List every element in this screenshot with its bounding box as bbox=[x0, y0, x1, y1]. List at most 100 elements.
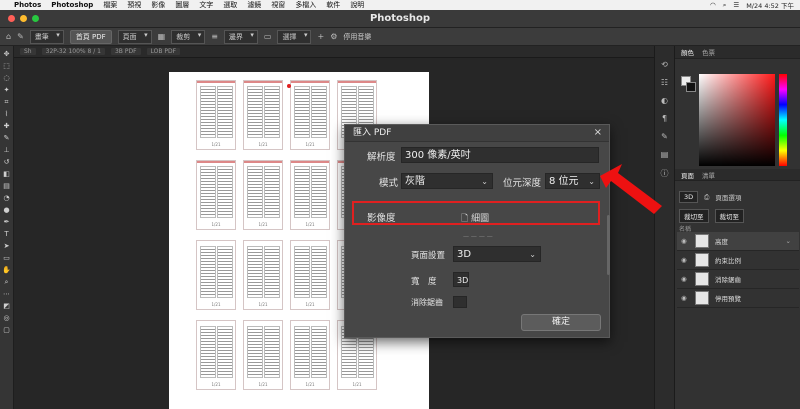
control-center-icon[interactable]: ☰ bbox=[733, 1, 739, 9]
doc-tab-3[interactable]: 3B PDF bbox=[110, 48, 141, 55]
doc-tab-1[interactable]: Sh bbox=[20, 48, 36, 55]
ok-button[interactable]: 確定 bbox=[521, 314, 601, 331]
zoom-tool-icon[interactable]: ⌕ bbox=[2, 278, 12, 287]
menu-edit[interactable]: 預視 bbox=[127, 0, 141, 10]
properties-panel-icon[interactable]: ☷ bbox=[659, 78, 671, 88]
pdf-page-thumbnail[interactable]: 1/21 bbox=[196, 160, 236, 230]
search-icon[interactable]: ⌕ bbox=[723, 1, 727, 10]
menu-help[interactable]: 說明 bbox=[350, 0, 364, 10]
minimize-window-icon[interactable] bbox=[20, 15, 27, 22]
pdf-page-thumbnail[interactable]: 1/21 bbox=[196, 320, 236, 390]
zoom-window-icon[interactable] bbox=[32, 15, 39, 22]
crop-select[interactable]: 裁剪 bbox=[171, 29, 206, 44]
dodge-tool-icon[interactable]: ● bbox=[2, 206, 12, 215]
menu-image[interactable]: 影像 bbox=[151, 0, 165, 10]
dialog-scrollbar[interactable] bbox=[607, 215, 610, 275]
page-select[interactable]: 頁面 bbox=[117, 29, 152, 44]
color-swatch-icon[interactable]: ◩ bbox=[2, 302, 12, 311]
layer-row[interactable]: ◉ 約束比例 bbox=[677, 251, 799, 270]
more-tools-icon[interactable]: ⋯ bbox=[2, 290, 12, 299]
bit-depth-select[interactable]: 8 位元 ⌄ bbox=[545, 173, 600, 189]
pdf-page-thumbnail[interactable]: 1/21 bbox=[290, 80, 330, 150]
menu-filter[interactable]: 濾鏡 bbox=[247, 0, 261, 10]
pdf-page-thumbnail[interactable]: 1/21 bbox=[290, 240, 330, 310]
pdf-page-thumbnail[interactable]: 1/21 bbox=[243, 80, 283, 150]
visibility-eye-icon[interactable]: ◉ bbox=[681, 294, 689, 302]
shape-tool-icon[interactable]: ▭ bbox=[2, 254, 12, 263]
page-setup-select[interactable]: 3D ⌄ bbox=[453, 246, 541, 262]
border-select[interactable]: 邊界 bbox=[223, 29, 258, 44]
tab-color[interactable]: 顏色 bbox=[681, 47, 694, 57]
settings-icon[interactable]: ⚙ bbox=[330, 32, 337, 41]
menu-layer[interactable]: 圖層 bbox=[175, 0, 189, 10]
crop-tool-icon[interactable]: ⌗ bbox=[2, 98, 12, 107]
menu-plugins[interactable]: 多檔入 bbox=[295, 0, 316, 10]
gradient-tool-icon[interactable]: ▤ bbox=[2, 182, 12, 191]
menu-select[interactable]: 選取 bbox=[223, 0, 237, 10]
background-swatch[interactable] bbox=[686, 82, 696, 92]
mode-3d-box[interactable]: 3D bbox=[679, 191, 699, 203]
chevron-down-icon[interactable]: ⌄ bbox=[786, 237, 791, 245]
pages-icon[interactable]: ▭ bbox=[264, 32, 272, 41]
doc-tab-4[interactable]: LOB PDF bbox=[146, 48, 181, 55]
adjust-panel-icon[interactable]: ◐ bbox=[659, 96, 671, 106]
brush-icon[interactable]: ✎ bbox=[2, 134, 12, 143]
quickmask-icon[interactable]: ◎ bbox=[2, 314, 12, 323]
healing-tool-icon[interactable]: ✚ bbox=[2, 122, 12, 131]
pdf-page-thumbnail[interactable]: 1/21 bbox=[290, 160, 330, 230]
crop-to-box-a[interactable]: 裁切至 bbox=[679, 209, 709, 223]
menu-photoshop[interactable]: Photoshop bbox=[51, 1, 93, 9]
width-field[interactable]: 3D bbox=[453, 272, 469, 287]
home-icon[interactable]: ⌂ bbox=[6, 32, 11, 41]
visibility-eye-icon[interactable]: ◉ bbox=[681, 256, 689, 264]
menu-type[interactable]: 文字 bbox=[199, 0, 213, 10]
history-brush-icon[interactable]: ↺ bbox=[2, 158, 12, 167]
close-icon[interactable]: × bbox=[594, 127, 602, 138]
tab-swatches[interactable]: 色票 bbox=[702, 47, 715, 57]
path-select-icon[interactable]: ➤ bbox=[2, 242, 12, 251]
pen-tool-icon[interactable]: ✒ bbox=[2, 218, 12, 227]
marquee-tool-icon[interactable]: ⬚ bbox=[2, 62, 12, 71]
brush-panel-icon[interactable]: ✎ bbox=[659, 132, 671, 142]
visibility-eye-icon[interactable]: ◉ bbox=[681, 237, 689, 245]
resolution-field[interactable]: 300 像素/英吋 bbox=[401, 147, 599, 163]
magic-wand-tool-icon[interactable]: ✦ bbox=[2, 86, 12, 95]
history-panel-icon[interactable]: ⟲ bbox=[659, 60, 671, 70]
pdf-page-thumbnail[interactable]: 1/21 bbox=[196, 240, 236, 310]
screen-mode-icon[interactable]: ▢ bbox=[2, 326, 12, 335]
align-icon[interactable]: ≡ bbox=[211, 32, 218, 41]
move-tool-icon[interactable]: ✥ bbox=[2, 50, 12, 59]
layers-panel-icon[interactable]: ▤ bbox=[659, 150, 671, 160]
disable-audio-label[interactable]: 停用音樂 bbox=[343, 32, 371, 42]
menu-software[interactable]: 軟件 bbox=[326, 0, 340, 10]
visibility-eye-icon[interactable]: ◉ bbox=[681, 275, 689, 283]
antialias-field[interactable] bbox=[453, 296, 467, 308]
eraser-tool-icon[interactable]: ◧ bbox=[2, 170, 12, 179]
crop-to-box-b[interactable]: 裁切至 bbox=[714, 209, 744, 223]
menubar-clock[interactable]: M/24 4:52 下午 bbox=[746, 0, 794, 10]
layer-row[interactable]: ◉ 消除鋸齒 bbox=[677, 270, 799, 289]
grid-icon[interactable]: ▦ bbox=[158, 32, 166, 41]
pdf-page-thumbnail[interactable]: 1/21 bbox=[196, 80, 236, 150]
brush-tool-icon[interactable]: ✎ bbox=[17, 32, 24, 41]
lasso-tool-icon[interactable]: ◌ bbox=[2, 74, 12, 83]
tab-home-pdf[interactable]: 首頁 PDF bbox=[69, 29, 112, 44]
hand-tool-icon[interactable]: ✋ bbox=[2, 266, 12, 275]
color-picker-field[interactable] bbox=[699, 74, 775, 166]
close-window-icon[interactable] bbox=[8, 15, 15, 22]
eyedropper-tool-icon[interactable]: ⌇ bbox=[2, 110, 12, 119]
plus-icon[interactable]: + bbox=[317, 32, 324, 41]
page-options-label[interactable]: 頁面選項 bbox=[715, 192, 741, 202]
menu-file[interactable]: 檔案 bbox=[103, 0, 117, 10]
pdf-page-thumbnail[interactable]: 1/21 bbox=[243, 160, 283, 230]
paragraph-panel-icon[interactable]: ¶ bbox=[659, 114, 671, 124]
layer-row[interactable]: ◉ 停用預覽 bbox=[677, 289, 799, 308]
menu-window[interactable]: 視窗 bbox=[271, 0, 285, 10]
wifi-icon[interactable]: ◠ bbox=[710, 1, 716, 9]
menu-photos[interactable]: Photos bbox=[14, 1, 41, 9]
doc-tab-2[interactable]: 32P-32 100% 8 / 1 bbox=[41, 48, 105, 55]
layer-row[interactable]: ◉ 高度 ⌄ bbox=[677, 232, 799, 251]
tab-pages[interactable]: 頁面 bbox=[681, 170, 694, 180]
stamp-tool-icon[interactable]: ⊥ bbox=[2, 146, 12, 155]
pdf-page-thumbnail[interactable]: 1/21 bbox=[290, 320, 330, 390]
